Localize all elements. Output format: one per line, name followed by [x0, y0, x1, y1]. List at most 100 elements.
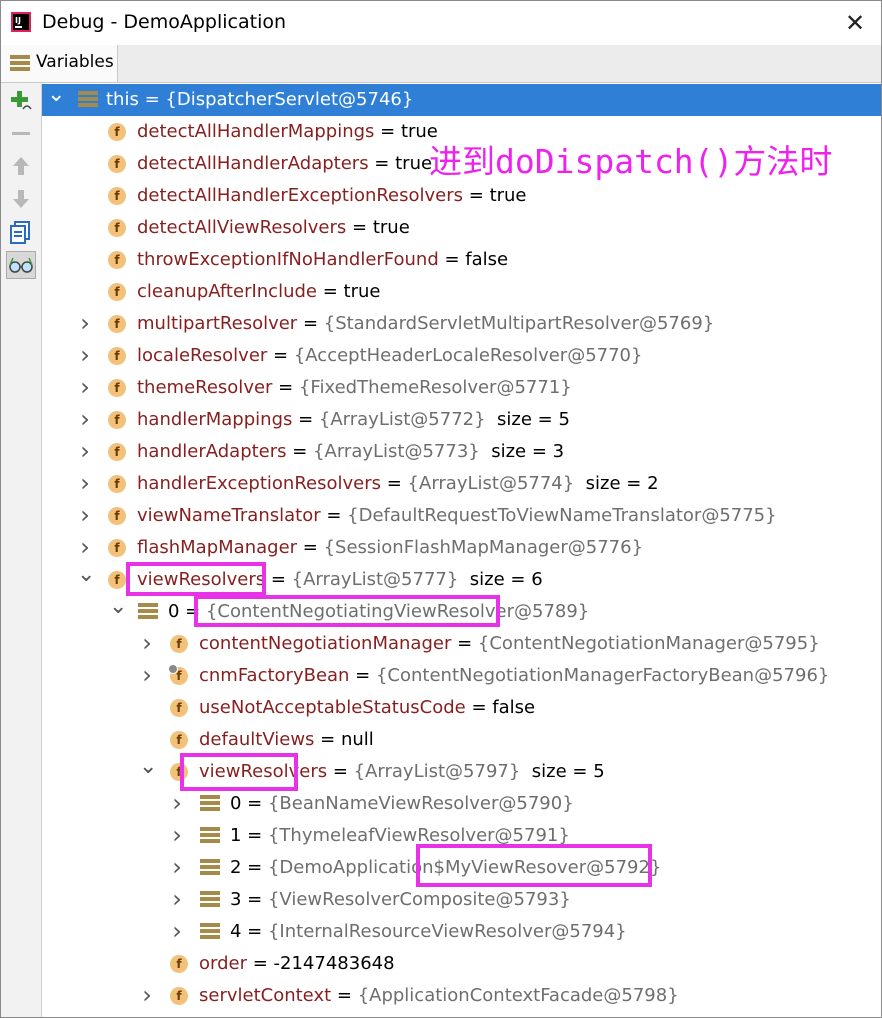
equals-sign: = — [451, 633, 478, 654]
field-icon: f — [170, 987, 188, 1005]
array-element-icon — [200, 859, 220, 877]
variable-value: true — [343, 281, 381, 302]
chevron-right-icon[interactable]: › — [169, 788, 185, 820]
chevron-right-icon[interactable]: › — [139, 628, 155, 660]
tree-row[interactable]: ⌄ f viewResolvers = {ArrayList@5797} size … — [42, 756, 881, 788]
chevron-right-icon[interactable]: › — [77, 340, 93, 372]
equals-sign: = — [465, 697, 493, 718]
glasses-icon[interactable] — [6, 251, 36, 279]
tree-row[interactable]: › f localeResolver = {AcceptHeaderLocaleRe… — [42, 340, 881, 372]
field-icon: f — [170, 955, 188, 973]
row-text: detectAllHandlerExceptionResolvers = tru… — [137, 180, 527, 212]
tree-row[interactable]: f defaultViews = null — [42, 724, 881, 756]
tree-row[interactable]: ⌄ f viewResolvers = {ArrayList@5777} size … — [42, 564, 881, 596]
tree-row[interactable]: › f viewNameTranslator = {DefaultRequestTo… — [42, 500, 881, 532]
chevron-right-icon[interactable]: › — [169, 852, 185, 884]
chevron-right-icon[interactable]: › — [139, 660, 155, 692]
tree-row[interactable]: f throwExceptionIfNoHandlerFound = false — [42, 244, 881, 276]
chevron-right-icon[interactable]: › — [77, 308, 93, 340]
chevron-right-icon[interactable]: › — [169, 916, 185, 948]
equals-sign: = — [241, 889, 268, 910]
field-icon: f — [170, 731, 188, 749]
tree-row[interactable]: f cleanupAfterInclude = true — [42, 276, 881, 308]
tree-row[interactable]: › 4 = {InternalResourceViewResolver@5794} — [42, 916, 881, 948]
tree-row[interactable]: › f cnmFactoryBean = {ContentNegotiationMa… — [42, 660, 881, 692]
tree-row[interactable]: › f handlerMappings = {ArrayList@5772} siz… — [42, 404, 881, 436]
chevron-down-icon[interactable]: ⌄ — [139, 756, 157, 788]
variables-tree: ⌄ this = {DispatcherServlet@5746} f detectA… — [42, 83, 881, 1017]
tree-row[interactable]: › 1 = {ThymeleafViewResolver@5791} — [42, 820, 881, 852]
chevron-right-icon[interactable]: › — [169, 820, 185, 852]
chevron-right-icon[interactable]: › — [77, 532, 93, 564]
row-text: 0 = {ContentNegotiatingViewResolver@5789… — [168, 596, 589, 628]
variable-name: localeResolver — [137, 345, 268, 366]
object-reference: {ArrayList@5773} — [313, 441, 480, 462]
tab-variables[interactable]: Variables — [1, 45, 118, 82]
tree-row[interactable]: › f contentNegotiationManager = {ContentNe… — [42, 628, 881, 660]
array-element-icon — [78, 91, 98, 109]
intellij-app-icon: IJ — [11, 12, 31, 32]
variable-name: viewResolvers — [137, 569, 266, 590]
tree-row[interactable]: f detectAllHandlerExceptionResolvers = tr… — [42, 180, 881, 212]
chevron-right-icon[interactable]: › — [77, 468, 93, 500]
variable-name: servletContext — [199, 985, 332, 1006]
chevron-right-icon[interactable]: › — [77, 404, 93, 436]
variable-name: handlerExceptionResolvers — [137, 473, 382, 494]
tree-row[interactable]: › 2 = {DemoApplication$MyViewResover@5792… — [42, 852, 881, 884]
tree-row[interactable]: ⌄ this = {DispatcherServlet@5746} — [42, 84, 881, 116]
tree-row[interactable]: › 3 = {ViewResolverComposite@5793} — [42, 884, 881, 916]
array-element-icon — [200, 891, 220, 909]
chevron-down-icon[interactable]: ⌄ — [109, 596, 127, 628]
variable-name: cleanupAfterInclude — [137, 281, 317, 302]
tree-row[interactable]: f detectAllViewResolvers = true — [42, 212, 881, 244]
row-text: viewResolvers = {ArrayList@5777} size = … — [137, 564, 543, 596]
tree-row[interactable]: ⌄ 0 = {ContentNegotiatingViewResolver@578… — [42, 596, 881, 628]
row-text: useNotAcceptableStatusCode = false — [199, 692, 535, 724]
tree-row[interactable]: › f servletContext = {ApplicationContextFa… — [42, 980, 881, 1012]
equals-sign: = — [241, 921, 268, 942]
chevron-right-icon[interactable]: › — [77, 436, 93, 468]
tree-row[interactable]: f useNotAcceptableStatusCode = false — [42, 692, 881, 724]
chevron-down-icon[interactable]: ⌄ — [47, 84, 65, 116]
array-element-icon — [138, 603, 158, 621]
object-reference: {ContentNegotiationManager@5795} — [477, 633, 820, 654]
variable-name: viewResolvers — [199, 761, 328, 782]
collection-size: size = 5 — [520, 761, 605, 782]
down-icon[interactable] — [6, 185, 36, 213]
variable-name: 3 — [230, 889, 242, 910]
variable-name: viewNameTranslator — [137, 505, 321, 526]
object-reference: {ArrayList@5797} — [353, 761, 521, 782]
array-element-icon — [200, 923, 220, 941]
chevron-right-icon[interactable]: › — [169, 884, 185, 916]
remove-icon[interactable] — [6, 119, 36, 147]
tree-row[interactable]: › f multipartResolver = {StandardServletMu… — [42, 308, 881, 340]
up-icon[interactable] — [6, 152, 36, 180]
array-element-icon — [200, 827, 220, 845]
tree-row[interactable]: › f handlerAdapters = {ArrayList@5773} siz… — [42, 436, 881, 468]
chevron-right-icon[interactable]: › — [77, 372, 93, 404]
chevron-right-icon[interactable]: › — [139, 980, 155, 1012]
row-text: cleanupAfterInclude = true — [137, 276, 380, 308]
equals-sign: = — [331, 985, 358, 1006]
variable-name: contentNegotiationManager — [199, 633, 452, 654]
equals-sign: = — [320, 505, 348, 526]
row-text: viewResolvers = {ArrayList@5797} size = … — [199, 756, 605, 788]
tree-row[interactable]: › f handlerExceptionResolvers = {ArrayList… — [42, 468, 881, 500]
equals-sign: = — [241, 857, 268, 878]
equals-sign: = — [349, 665, 376, 686]
tree-row[interactable]: f order = -2147483648 — [42, 948, 881, 980]
close-icon[interactable]: ✕ — [843, 11, 867, 35]
copy-icon[interactable] — [6, 218, 36, 246]
tree-row[interactable]: › 0 = {BeanNameViewResolver@5790} — [42, 788, 881, 820]
equals-sign: = — [265, 569, 292, 590]
variable-name: throwExceptionIfNoHandlerFound — [137, 249, 439, 270]
chevron-right-icon[interactable]: › — [77, 500, 93, 532]
tree-row[interactable]: › f themeResolver = {FixedThemeResolver@57… — [42, 372, 881, 404]
add-watch-icon[interactable] — [6, 87, 36, 115]
equals-sign: = — [292, 409, 319, 430]
tree-row[interactable]: › f flashMapManager = {SessionFlashMapMana… — [42, 532, 881, 564]
object-reference: {InternalResourceViewResolver@5794} — [267, 921, 627, 942]
object-reference: {ArrayList@5777} — [291, 569, 459, 590]
object-reference: {ContentNegotiationManagerFactoryBean@57… — [375, 665, 830, 686]
chevron-down-icon[interactable]: ⌄ — [77, 564, 95, 596]
